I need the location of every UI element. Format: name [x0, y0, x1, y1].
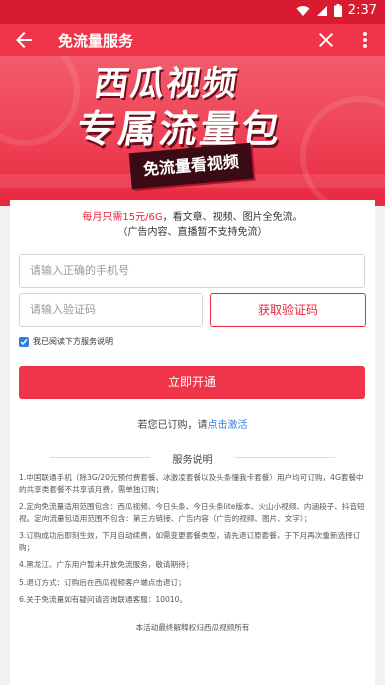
agreement-row[interactable]: 我已阅读下方服务说明: [19, 336, 113, 347]
rule-item: 1.中国联通手机（除3G/20元预付费套餐、冰激凌套餐以及头条懂我卡套餐）用户均…: [19, 473, 364, 494]
film-reel-decoration: [0, 56, 80, 146]
banner-headline-2: 专属流量包: [74, 107, 286, 151]
activate-link[interactable]: 点击激活: [208, 420, 248, 431]
rule-item: 5.退订方式：订购后在西瓜视频客户端点击退订；: [19, 577, 186, 587]
promo-description: ，看文章、视频、图片全免流。: [162, 212, 303, 223]
service-title: 服务说明: [172, 455, 213, 466]
footer-note: 本活动最终解释权归西瓜视频所有: [135, 623, 250, 632]
phone-input[interactable]: 请输入正确的手机号: [19, 254, 365, 288]
agree-checkbox[interactable]: [19, 336, 29, 347]
back-arrow-icon[interactable]: [12, 28, 36, 52]
rule-item: 2.定向免流量适用范围包含：西瓜视频、今日头条、今日头条lite版本、火山小视频…: [19, 502, 365, 523]
service-rules: 1.中国联通手机（除3G/20元预付费套餐、冰激凌套餐以及头条懂我卡套餐）用户均…: [19, 472, 369, 612]
get-code-button[interactable]: 获取验证码: [210, 293, 366, 327]
status-icons: 2:37: [296, 3, 377, 18]
verification-code-input[interactable]: 请输入验证码: [19, 293, 203, 327]
divider: [235, 457, 335, 458]
agree-label: 我已阅读下方服务说明: [33, 337, 113, 346]
subscribe-button[interactable]: 立即开通: [19, 366, 365, 399]
price-highlight: 每月只需15元/6G: [82, 212, 163, 223]
wifi-icon: [296, 5, 310, 17]
activate-text: 若您已订购，请: [137, 420, 208, 431]
rule-item: 3.订购成功后即刻生效，下月自动续费，如需变更套餐类型，请先退订原套餐，于下月再…: [19, 531, 361, 552]
activate-row: 若您已订购，请点击激活: [10, 416, 375, 431]
app-bar: 免流量服务: [0, 24, 385, 56]
status-bar: 2:37: [0, 0, 385, 24]
page-title: 免流量服务: [58, 32, 134, 50]
signal-icon: [316, 5, 328, 17]
subscription-card: 每月只需15元/6G，看文章、视频、图片全免流。 （广告内容、直播暂不支持免流）…: [10, 200, 375, 685]
status-time: 2:37: [347, 3, 377, 18]
promo-line: 每月只需15元/6G，看文章、视频、图片全免流。: [10, 210, 375, 225]
battery-icon: [333, 4, 342, 17]
promo-banner: 西瓜视频 专属流量包 免流量看视频: [0, 56, 385, 206]
promo-text: 每月只需15元/6G，看文章、视频、图片全免流。 （广告内容、直播暂不支持免流）: [10, 210, 375, 240]
close-icon[interactable]: [314, 28, 338, 52]
rule-item: 4.黑龙江、广东用户暂未开放免流服务，敬请期待；: [19, 560, 194, 569]
film-reel-decoration: [300, 96, 385, 206]
promo-note: （广告内容、直播暂不支持免流）: [117, 227, 268, 238]
rule-item: 6.关于免流量如有疑问请咨询联通客服：10010。: [19, 595, 188, 604]
more-vert-icon[interactable]: [353, 28, 377, 52]
